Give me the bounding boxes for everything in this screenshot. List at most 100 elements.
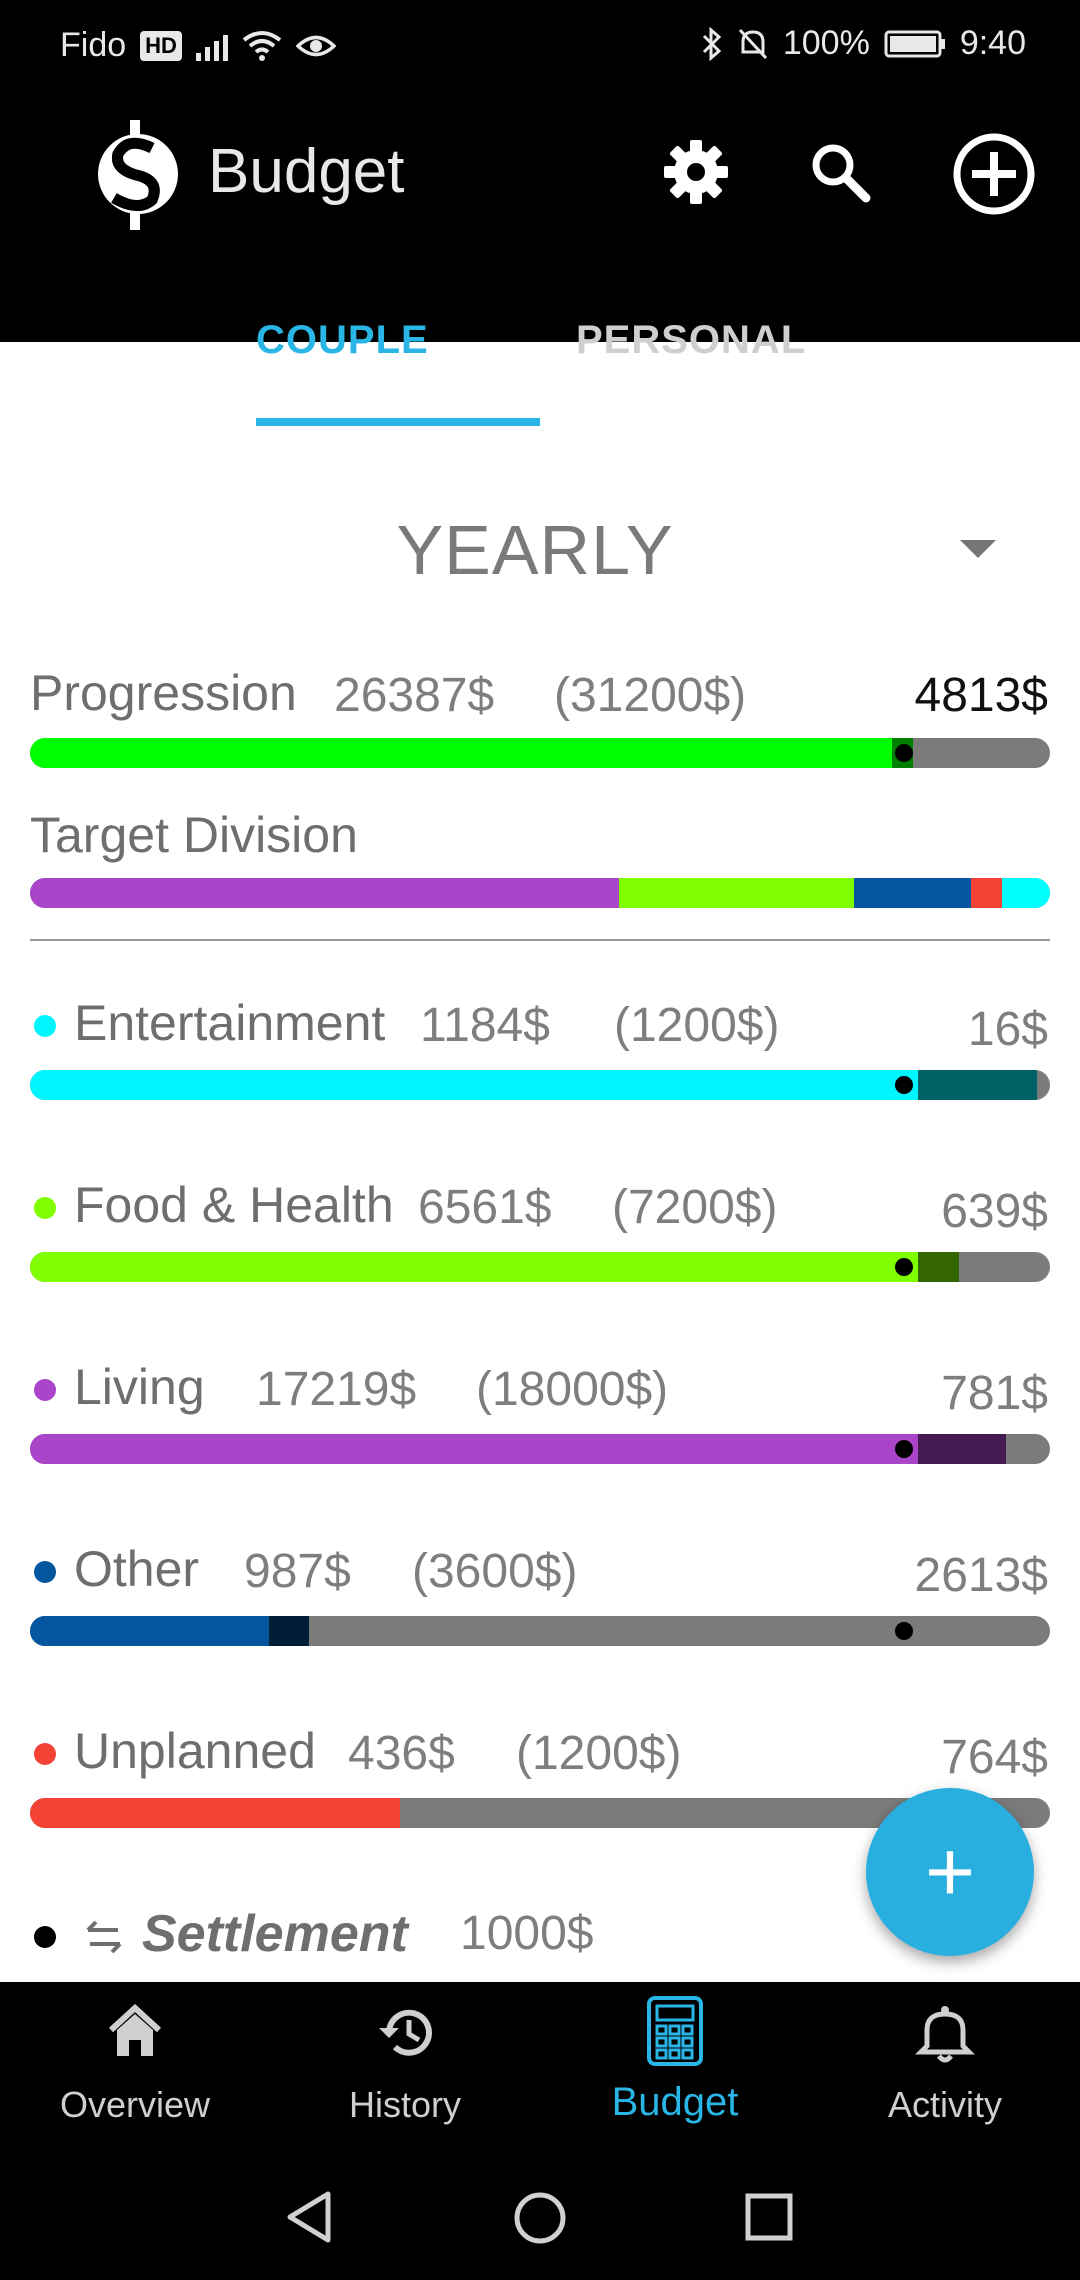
home-circle-icon[interactable] — [512, 2190, 568, 2246]
division-segment — [971, 878, 1004, 908]
category-color-dot — [34, 1561, 56, 1583]
swap-icon — [86, 1920, 122, 1954]
category-spent: 6561$ — [418, 1181, 552, 1234]
tab-personal[interactable]: PERSONAL — [576, 318, 806, 363]
category-bar — [30, 1070, 1050, 1100]
category-spent: 17219$ — [256, 1363, 417, 1416]
category-fill — [30, 1434, 919, 1464]
category-name: Living — [74, 1359, 205, 1415]
category-color-dot — [34, 1197, 56, 1219]
category-name: Food & Health — [74, 1177, 394, 1233]
category-fill — [30, 1070, 919, 1100]
carrier-label: Fido — [60, 26, 127, 64]
time-marker — [895, 1622, 914, 1640]
category-remaining: 16$ — [967, 1003, 1048, 1056]
signal-icon — [195, 31, 228, 61]
add-circle-icon[interactable] — [952, 132, 1036, 216]
app-title: Budget — [208, 137, 405, 206]
category-fill — [30, 1616, 270, 1646]
status-bar: Fido HD 100% 9:40 — [0, 0, 1080, 92]
category-remaining: 2613$ — [914, 1549, 1048, 1602]
category-fill-dark — [918, 1252, 960, 1282]
category-color-dot — [34, 1379, 56, 1401]
category-fill — [30, 1252, 919, 1282]
settlement-amount: 1000$ — [460, 1907, 594, 1960]
progression-label: Progression — [30, 665, 297, 721]
category-bar — [30, 1434, 1050, 1464]
category-target: (1200$) — [516, 1727, 682, 1780]
settlement-label: Settlement — [142, 1905, 408, 1963]
wifi-icon — [242, 30, 282, 61]
caret-down-icon[interactable] — [960, 540, 996, 558]
settlement-dot — [34, 1926, 56, 1948]
category-bar — [30, 1252, 1050, 1282]
period-dropdown[interactable]: YEARLY — [0, 510, 1070, 590]
nav-activity[interactable]: Activity — [810, 1982, 1080, 2150]
back-icon[interactable] — [284, 2190, 334, 2244]
bottom-nav: Overview History Budget Activity — [0, 1982, 1080, 2150]
time-marker — [895, 1076, 914, 1094]
category-fill — [30, 1798, 401, 1828]
search-icon[interactable] — [808, 140, 872, 204]
category-target: (3600$) — [412, 1545, 578, 1598]
history-icon — [379, 2009, 432, 2056]
category-remaining: 639$ — [941, 1185, 1048, 1238]
nav-label: History — [348, 2084, 461, 2125]
time-marker — [895, 1258, 914, 1276]
target-division-bar — [30, 878, 1050, 908]
tab-indicator — [256, 418, 540, 426]
category-fill-dark — [918, 1070, 1037, 1100]
bell-icon — [915, 2006, 975, 2063]
category-color-dot — [34, 1015, 56, 1037]
category-spent: 436$ — [348, 1727, 455, 1780]
category-spent: 1184$ — [420, 999, 550, 1052]
time-marker — [895, 744, 914, 762]
progression-target: (31200$) — [554, 669, 747, 722]
category-target: (7200$) — [612, 1181, 778, 1234]
nav-label: Activity — [887, 2084, 1002, 2125]
tab-couple[interactable]: COUPLE — [256, 318, 429, 363]
calculator-icon — [647, 1996, 703, 2066]
category-fill-dark — [269, 1616, 310, 1646]
divider — [30, 939, 1050, 941]
nav-label: Budget — [611, 2080, 739, 2124]
progression-spent: 26387$ — [334, 669, 495, 722]
system-nav-bar — [0, 2150, 1080, 2280]
time-marker — [895, 1440, 914, 1458]
division-segment — [618, 878, 856, 908]
category-target: (1200$) — [614, 999, 780, 1052]
category-name: Entertainment — [74, 995, 386, 1051]
category-bar — [30, 1616, 1050, 1646]
category-remaining: 764$ — [941, 1731, 1048, 1784]
clock: 9:40 — [959, 24, 1026, 62]
progression-bar — [30, 738, 1050, 768]
division-segment — [854, 878, 973, 908]
dollar-logo-icon — [98, 120, 178, 230]
bluetooth-icon — [702, 26, 722, 61]
recents-icon[interactable] — [744, 2192, 794, 2242]
eye-icon — [295, 35, 336, 56]
nav-label: Overview — [59, 2084, 211, 2125]
gear-icon[interactable] — [662, 138, 730, 206]
progression-remaining: 4813$ — [914, 669, 1048, 722]
mute-bell-icon — [738, 28, 767, 59]
progression-fill — [30, 738, 892, 768]
division-segment — [1002, 878, 1050, 908]
add-transaction-button[interactable]: + — [866, 1788, 1034, 1956]
nav-overview[interactable]: Overview — [0, 1982, 270, 2150]
category-fill-dark — [918, 1434, 1007, 1464]
plus-icon: + — [924, 1824, 976, 1920]
nav-history[interactable]: History — [270, 1982, 540, 2150]
battery-percent: 100% — [782, 24, 870, 62]
category-spent: 987$ — [244, 1545, 351, 1598]
target-division-label: Target Division — [30, 807, 358, 863]
hd-badge: HD — [140, 30, 182, 61]
nav-budget[interactable]: Budget — [540, 1982, 810, 2150]
category-name: Unplanned — [74, 1723, 316, 1779]
category-name: Other — [74, 1541, 200, 1597]
category-color-dot — [34, 1743, 56, 1765]
battery-icon — [884, 30, 945, 57]
home-icon — [108, 2003, 162, 2056]
app-bar: Budget — [0, 92, 1080, 342]
category-remaining: 781$ — [941, 1367, 1048, 1420]
